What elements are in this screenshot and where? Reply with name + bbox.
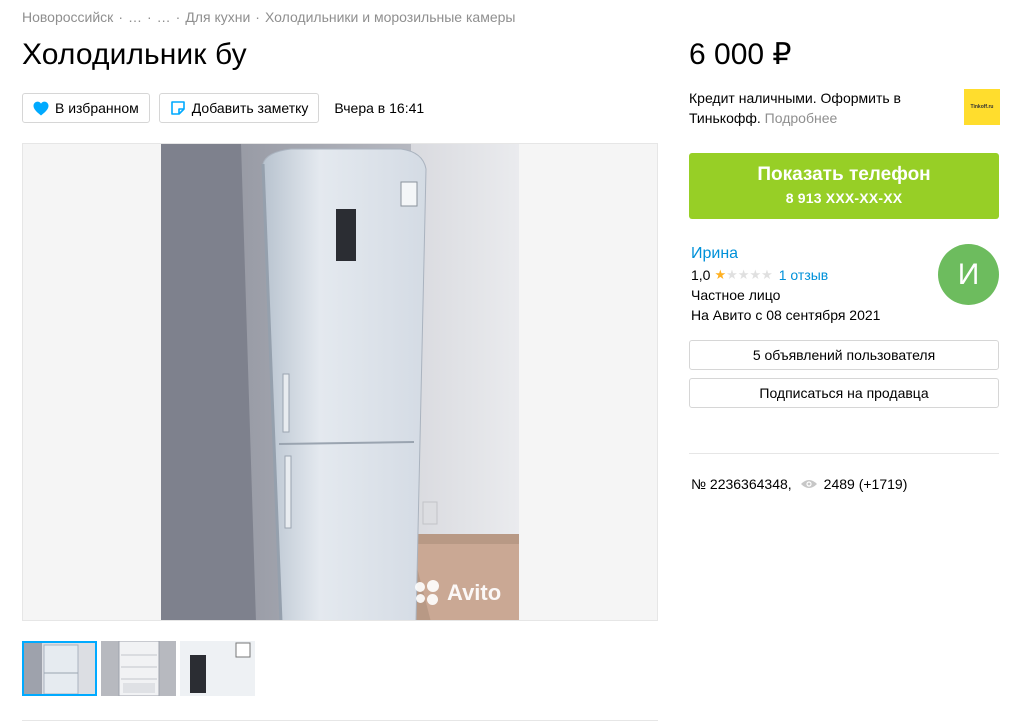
listing-actions: В избранном Добавить заметку Вчера в 16:… [22,93,424,123]
breadcrumb-category[interactable]: Для кухни [185,9,250,25]
publish-date: Вчера в 16:41 [334,100,425,116]
rating-stars: ★★★★★ [714,265,772,285]
subscribe-label: Подписаться на продавца [759,385,929,401]
listing-meta: № 2236364348, 2489 (+1719) [691,476,907,492]
watermark-text: Avito [447,580,502,605]
tinkoff-logo-text: Tinkoff.ru [970,104,994,110]
phone-number-masked: 8 913 XXX-XX-XX [785,190,903,206]
seller-info: Ирина 1,0 ★★★★★ 1 отзыв Частное лицо На … [691,244,880,325]
favorite-label: В избранном [55,100,139,116]
avito-watermark: Avito [415,580,501,606]
main-photo[interactable]: Avito [22,143,658,621]
note-icon [170,100,186,116]
avito-logo-icon [415,580,441,606]
thumbnail-strip [22,641,259,696]
add-note-label: Добавить заметку [191,100,309,116]
seller-name[interactable]: Ирина [691,244,880,264]
tinkoff-logo[interactable]: Tinkoff.ru [964,89,1000,125]
heart-icon [33,101,49,116]
eye-icon [800,478,818,490]
fridge-photo [161,144,519,620]
breadcrumb-separator: · [175,9,181,25]
seller-type: Частное лицо [691,287,781,303]
credit-offer: Кредит наличными. Оформить в Тинькофф. П… [689,88,939,128]
seller-since: На Авито с 08 сентября 2021 [691,307,881,323]
breadcrumb-separator: · [146,9,152,25]
star-icon: ★ [726,267,738,282]
star-icon: ★ [714,267,727,282]
avatar-letter: И [957,257,980,291]
sidebar-divider [689,453,999,454]
breadcrumb-ellipsis[interactable]: … [157,9,171,25]
reviews-link[interactable]: 1 отзыв [779,265,829,285]
thumbnail-2[interactable] [101,641,176,696]
breadcrumb-subcategory[interactable]: Холодильники и морозильные камеры [265,9,516,25]
breadcrumb: Новороссийск ·… ·… · Для кухни · Холодильники … [22,9,515,25]
user-ads-button[interactable]: 5 объявлений пользователя [689,340,999,370]
subscribe-button[interactable]: Подписаться на продавца [689,378,999,408]
seller-rating: 1,0 ★★★★★ 1 отзыв [691,265,880,285]
listing-number: № 2236364348, [691,476,792,492]
star-icon: ★ [737,267,750,282]
user-ads-label: 5 объявлений пользователя [752,347,936,363]
star-icon: ★ [761,267,773,282]
avatar[interactable]: И [938,244,999,305]
credit-more-link[interactable]: Подробнее [765,110,838,126]
rating-value: 1,0 [691,267,711,283]
page-title: Холодильник бу [22,38,247,71]
thumbnail-3[interactable] [180,641,255,696]
show-phone-button[interactable]: Показать телефон 8 913 XXX-XX-XX [689,153,999,219]
breadcrumb-city[interactable]: Новороссийск [22,9,113,25]
star-icon: ★ [749,267,762,282]
views-count: 2489 (+1719) [823,476,908,492]
show-phone-label: Показать телефон [757,164,931,185]
breadcrumb-separator: · [118,9,123,25]
price: 6 000 ₽ [689,38,792,71]
thumbnail-1[interactable] [22,641,97,696]
add-note-button[interactable]: Добавить заметку [158,93,320,123]
section-divider [22,720,658,721]
breadcrumb-separator: · [255,9,260,25]
breadcrumb-ellipsis[interactable]: … [128,9,142,25]
favorite-button[interactable]: В избранном [22,93,150,123]
